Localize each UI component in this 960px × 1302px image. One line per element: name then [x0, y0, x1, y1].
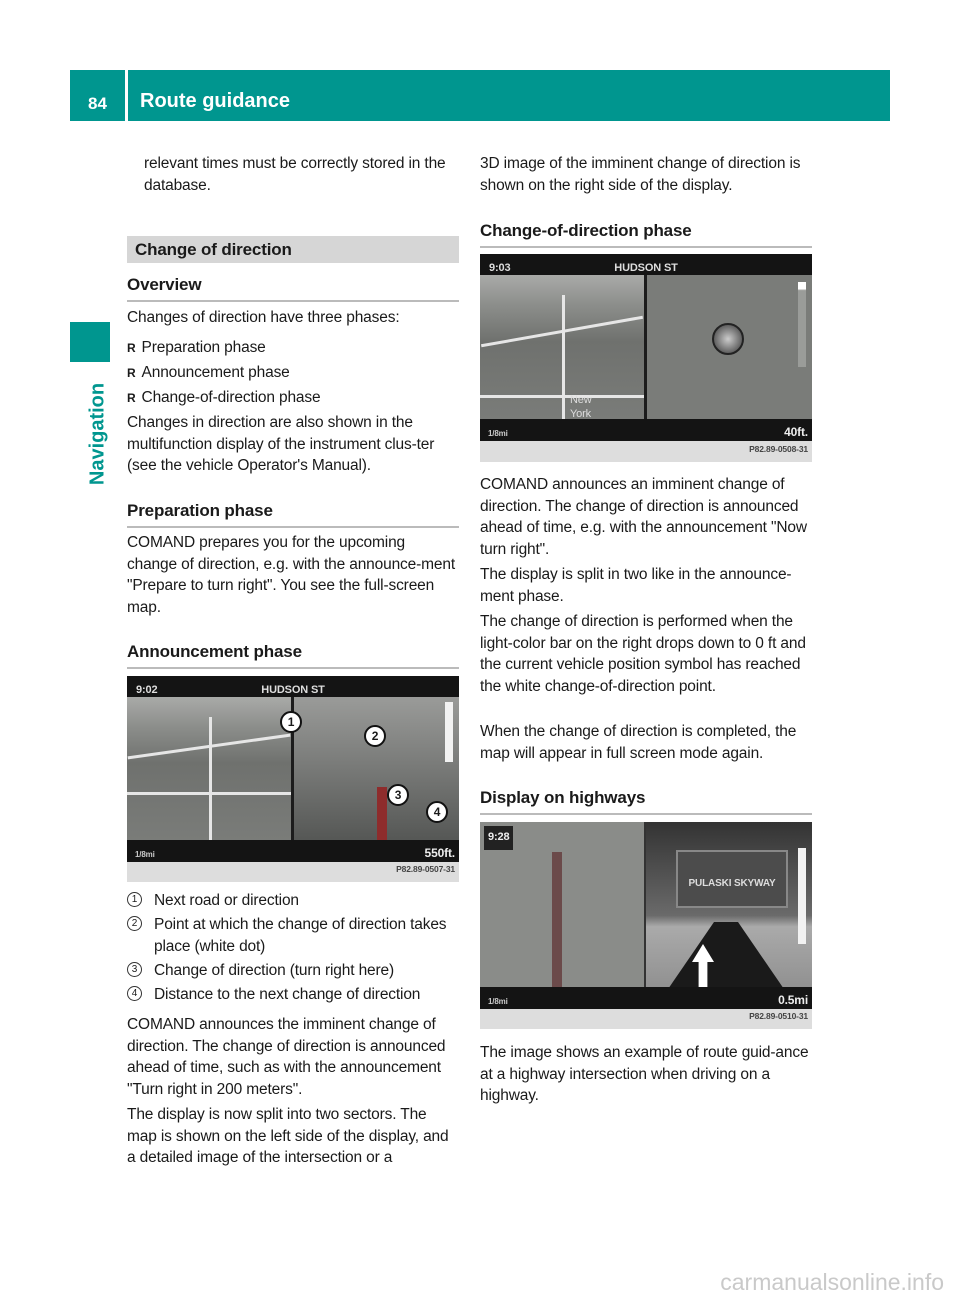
- highway-3d-view: PULASKI SKYWAY: [646, 822, 812, 1009]
- vehicle-position-icon: [712, 323, 744, 355]
- nav-screen: 9:03 HUDSON ST New York 1/8mi 40ft.: [480, 254, 812, 441]
- cod-text-3: The change of direction is performed whe…: [480, 613, 806, 695]
- callout-3: 3: [387, 784, 409, 806]
- bullet-item: R Announcement phase: [127, 362, 290, 385]
- bullet-item: R Preparation phase: [127, 337, 266, 360]
- callout-2: 2: [364, 725, 386, 747]
- section-bar: Change of direction: [127, 236, 459, 263]
- nav-screen: 9:28 PULASKI SKYWAY 1/8mi 0.5mi: [480, 822, 812, 1009]
- bullet-label: Preparation phase: [141, 339, 266, 356]
- map-label: New York: [570, 394, 592, 420]
- highway-sign: PULASKI SKYWAY: [676, 850, 788, 908]
- highways-text: The image shows an example of route guid…: [480, 1044, 809, 1104]
- announcement-text-1: COMAND announces the imminent change of …: [127, 1016, 446, 1098]
- legend-number: 3: [127, 962, 142, 977]
- legend-item: 3 Change of direction (turn right here): [127, 960, 459, 982]
- announcement-text-2: The display is now split into two sector…: [127, 1106, 449, 1166]
- bullet-label: Change-of-direction phase: [141, 389, 321, 406]
- intro-text-right: 3D image of the imminent change of direc…: [480, 155, 801, 194]
- map-left: New York: [480, 275, 644, 441]
- heading-highways: Display on highways: [480, 787, 812, 815]
- page-number: 84: [70, 70, 125, 121]
- legend-text: Point at which the change of direction t…: [154, 916, 447, 955]
- nav-screen: 9:02 HUDSON ST 1 2 3 4 1/8mi 550ft.: [127, 676, 459, 862]
- map-scale: 1/8mi: [488, 429, 508, 438]
- cod-text-1: COMAND announces an imminent change of d…: [480, 476, 807, 558]
- figure-code: P82.89-0507-31: [396, 863, 455, 874]
- clock: 9:28: [484, 826, 514, 850]
- overview-after: Changes in direction are also shown in t…: [127, 414, 435, 474]
- intersection-map: [646, 275, 812, 441]
- legend-text: Change of direction (turn right here): [154, 962, 394, 979]
- sidebar-section-label: Navigation: [86, 382, 109, 486]
- figure-code: P82.89-0508-31: [749, 443, 808, 454]
- legend-item: 4 Distance to the next change of directio…: [127, 984, 459, 1006]
- legend-text: Next road or direction: [154, 892, 299, 909]
- figure-code: P82.89-0510-31: [749, 1010, 808, 1021]
- map-scale: 1/8mi: [488, 997, 508, 1006]
- watermark: carmanualsonline.info: [720, 1269, 944, 1295]
- intersection-3d-view: [293, 697, 459, 862]
- figure-announcement: 9:02 HUDSON ST 1 2 3 4 1/8mi 550ft. P82.89…: [127, 676, 459, 882]
- heading-preparation: Preparation phase: [127, 500, 459, 528]
- bullet-item: R Change-of-direction phase: [127, 387, 321, 410]
- legend-number: 4: [127, 986, 142, 1001]
- legend-text: Distance to the next change of direction: [154, 986, 421, 1003]
- callout-4: 4: [426, 801, 448, 823]
- map-left: 9:28: [480, 822, 644, 1009]
- bullet-label: Announcement phase: [141, 364, 290, 381]
- intro-text: relevant times must be correctly stored …: [144, 155, 446, 194]
- preparation-text: COMAND prepares you for the upcoming cha…: [127, 534, 455, 616]
- legend-item: 2 Point at which the change of direction …: [127, 914, 459, 957]
- map-scale: 1/8mi: [135, 850, 155, 859]
- legend-item: 1 Next road or direction: [127, 890, 459, 912]
- heading-overview: Overview: [127, 274, 459, 302]
- bullet-icon: R: [127, 391, 136, 405]
- heading-announcement: Announcement phase: [127, 641, 459, 669]
- cod-text-4: When the change of direction is complete…: [480, 723, 797, 762]
- legend-number: 1: [127, 892, 142, 907]
- cod-text-2: The display is split in two like in the …: [480, 566, 792, 605]
- bullet-icon: R: [127, 366, 136, 380]
- heading-change-of-direction: Change-of-direction phase: [480, 220, 812, 248]
- bullet-icon: R: [127, 341, 136, 355]
- legend-number: 2: [127, 916, 142, 931]
- map-left: [127, 697, 291, 862]
- figure-change-of-direction: 9:03 HUDSON ST New York 1/8mi 40ft. P82.89…: [480, 254, 812, 462]
- overview-text: Changes of direction have three phases:: [127, 309, 400, 326]
- page-title: Route guidance: [128, 70, 890, 121]
- callout-1: 1: [280, 711, 302, 733]
- figure-highway: 9:28 PULASKI SKYWAY 1/8mi 0.5mi P82.89-05…: [480, 822, 812, 1029]
- sidebar-marker: [70, 322, 110, 362]
